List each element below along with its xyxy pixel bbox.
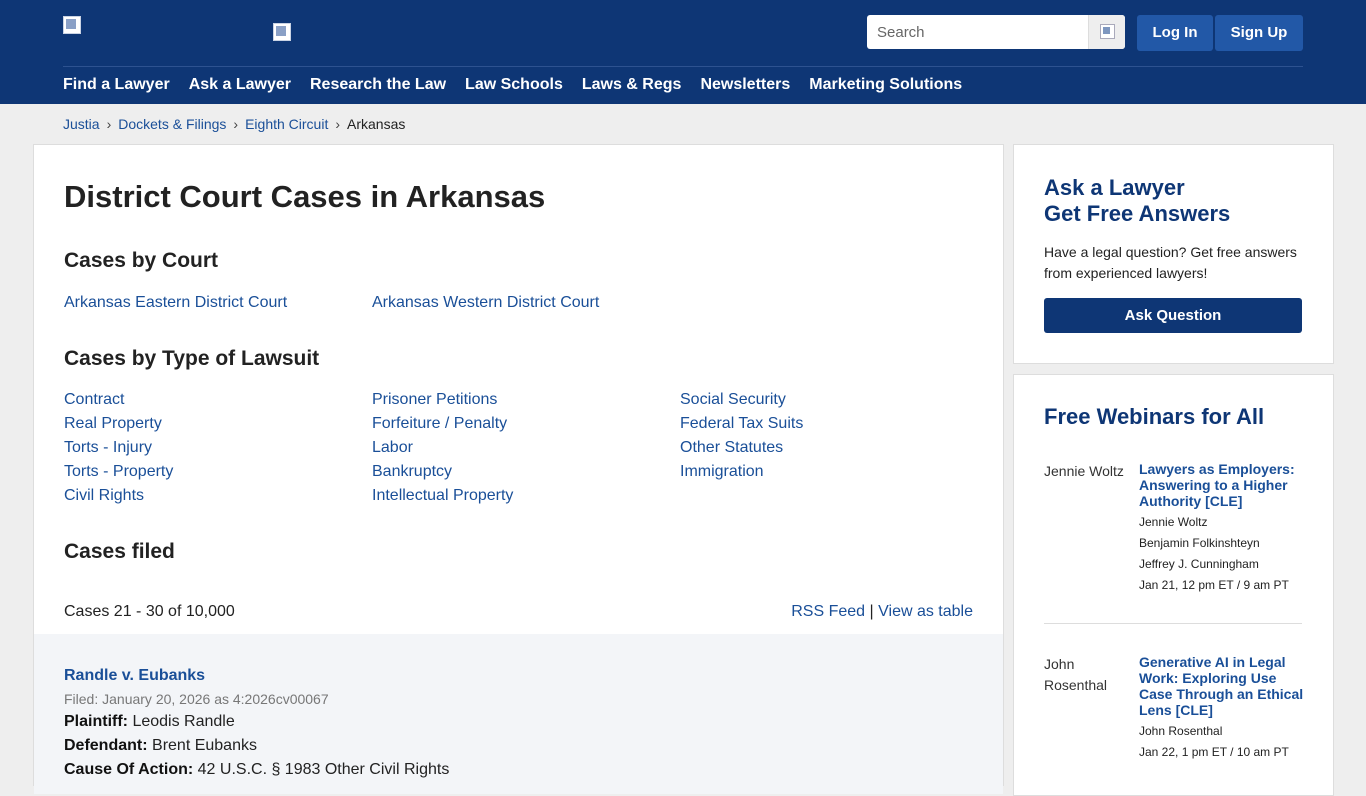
breadcrumb-separator: ›	[335, 116, 341, 132]
cases-by-court-heading: Cases by Court	[64, 249, 219, 272]
ask-lawyer-text: Have a legal question? Get free answers …	[1044, 244, 1297, 281]
webinar-info: Lawyers as Employers: Answering to a Hig…	[1139, 461, 1309, 593]
lawsuit-type-link[interactable]: Contract	[64, 389, 173, 411]
search-input[interactable]	[867, 15, 1089, 49]
search-button[interactable]	[1088, 15, 1125, 49]
lawsuit-types-col-1: Contract Real Property Torts - Injury To…	[64, 389, 173, 507]
lawsuit-type-link[interactable]: Intellectual Property	[372, 485, 513, 507]
lawsuit-type-link[interactable]: Federal Tax Suits	[680, 413, 803, 435]
lawsuit-type-link[interactable]: Real Property	[64, 413, 173, 435]
breadcrumb-current: Arkansas	[347, 116, 406, 132]
login-button[interactable]: Log In	[1137, 15, 1213, 51]
nav-find-a-lawyer[interactable]: Find a Lawyer	[63, 76, 170, 94]
plaintiff-value: Leodis Randle	[132, 713, 235, 730]
breadcrumb-separator: ›	[233, 116, 239, 132]
lawsuit-type-link[interactable]: Prisoner Petitions	[372, 389, 513, 411]
case-plaintiff: Plaintiff: Leodis Randle	[64, 713, 235, 731]
lawsuit-type-link[interactable]: Labor	[372, 437, 513, 459]
lawsuit-types-col-3: Social Security Federal Tax Suits Other …	[680, 389, 803, 483]
signup-button[interactable]: Sign Up	[1215, 15, 1303, 51]
cases-filed-heading: Cases filed	[64, 540, 175, 563]
lawsuit-type-link[interactable]: Forfeiture / Penalty	[372, 413, 513, 435]
case-filed-date: Filed: January 20, 2026 as 4:2026cv00067	[64, 691, 329, 707]
lawsuit-types-col-2: Prisoner Petitions Forfeiture / Penalty …	[372, 389, 513, 507]
nav-marketing-solutions[interactable]: Marketing Solutions	[809, 76, 962, 94]
lawsuit-type-link[interactable]: Bankruptcy	[372, 461, 513, 483]
page-title: District Court Cases in Arkansas	[64, 179, 546, 214]
breadcrumb-separator: ›	[106, 116, 112, 132]
case-list-item: Randle v. Eubanks Filed: January 20, 202…	[34, 634, 1003, 794]
webinar-speaker: John Rosenthal	[1139, 724, 1223, 738]
header-divider	[63, 66, 1303, 67]
webinar-speaker: Benjamin Folkinshteyn	[1139, 536, 1260, 550]
speaker-photo: Jennie Woltz	[1044, 463, 1124, 479]
breadcrumb-dockets-filings[interactable]: Dockets & Filings	[118, 116, 226, 132]
lawsuit-type-link[interactable]: Other Statutes	[680, 437, 803, 459]
nav-law-schools[interactable]: Law Schools	[465, 76, 563, 94]
breadcrumb-eighth-circuit[interactable]: Eighth Circuit	[245, 116, 328, 132]
court-link-western[interactable]: Arkansas Western District Court	[372, 292, 599, 314]
nav-ask-a-lawyer[interactable]: Ask a Lawyer	[189, 76, 291, 94]
webinars-title: Free Webinars for All	[1044, 404, 1265, 429]
search-box	[867, 15, 1125, 49]
webinar-date: Jan 21, 12 pm ET / 9 am PT	[1139, 578, 1289, 592]
justia-logo-image[interactable]	[63, 16, 81, 34]
ask-title-line2: Get Free Answers	[1044, 201, 1231, 226]
ask-title-line1: Ask a Lawyer	[1044, 175, 1185, 200]
nav-newsletters[interactable]: Newsletters	[700, 76, 790, 94]
cause-value: 42 U.S.C. § 1983 Other Civil Rights	[197, 761, 450, 778]
webinar-date: Jan 22, 1 pm ET / 10 am PT	[1139, 745, 1289, 759]
header-banner-image[interactable]	[273, 23, 291, 41]
search-icon	[1100, 24, 1115, 39]
lawsuit-type-link[interactable]: Torts - Property	[64, 461, 173, 483]
webinar-divider	[1044, 623, 1302, 624]
breadcrumb: Justia › Dockets & Filings › Eighth Circ…	[63, 116, 405, 132]
view-as-table-link[interactable]: View as table	[878, 603, 973, 620]
court-link-eastern[interactable]: Arkansas Eastern District Court	[64, 292, 287, 314]
site-header: Log In Sign Up Find a Lawyer Ask a Lawye…	[0, 0, 1366, 104]
case-defendant: Defendant: Brent Eubanks	[64, 737, 257, 755]
ask-question-button[interactable]: Ask Question	[1044, 298, 1302, 333]
feed-links: RSS Feed | View as table	[791, 603, 973, 621]
webinar-title-link[interactable]: Generative AI in Legal Work: Exploring U…	[1139, 654, 1309, 718]
defendant-value: Brent Eubanks	[152, 737, 257, 754]
case-title-link[interactable]: Randle v. Eubanks	[64, 667, 205, 685]
nav-laws-regs[interactable]: Laws & Regs	[582, 76, 682, 94]
cases-count: Cases 21 - 30 of 10,000	[64, 603, 235, 620]
ask-lawyer-title: Ask a Lawyer Get Free Answers	[1044, 175, 1230, 227]
lawsuit-type-link[interactable]: Torts - Injury	[64, 437, 173, 459]
defendant-label: Defendant:	[64, 737, 148, 754]
plaintiff-label: Plaintiff:	[64, 713, 128, 730]
lawsuit-type-link[interactable]: Immigration	[680, 461, 803, 483]
main-panel: District Court Cases in Arkansas Cases b…	[33, 144, 1004, 794]
webinars-card: Free Webinars for All Jennie Woltz Lawye…	[1013, 374, 1334, 796]
ask-lawyer-card: Ask a Lawyer Get Free Answers Have a leg…	[1013, 144, 1334, 364]
nav-research-the-law[interactable]: Research the Law	[310, 76, 446, 94]
lawsuit-type-link[interactable]: Social Security	[680, 389, 803, 411]
webinar-speaker: Jeffrey J. Cunningham	[1139, 557, 1259, 571]
rss-feed-link[interactable]: RSS Feed	[791, 603, 865, 620]
lawsuit-type-link[interactable]: Civil Rights	[64, 485, 173, 507]
cases-by-type-heading: Cases by Type of Lawsuit	[64, 347, 320, 370]
main-nav: Find a Lawyer Ask a Lawyer Research the …	[63, 76, 962, 94]
webinar-speaker: Jennie Woltz	[1139, 515, 1208, 529]
speaker-photo: John Rosenthal	[1044, 656, 1108, 693]
breadcrumb-justia[interactable]: Justia	[63, 116, 100, 132]
webinar-info: Generative AI in Legal Work: Exploring U…	[1139, 654, 1309, 760]
webinar-title-link[interactable]: Lawyers as Employers: Answering to a Hig…	[1139, 461, 1309, 509]
cause-label: Cause Of Action:	[64, 761, 194, 778]
feed-separator: |	[869, 603, 874, 620]
case-cause-of-action: Cause Of Action: 42 U.S.C. § 1983 Other …	[64, 761, 449, 779]
